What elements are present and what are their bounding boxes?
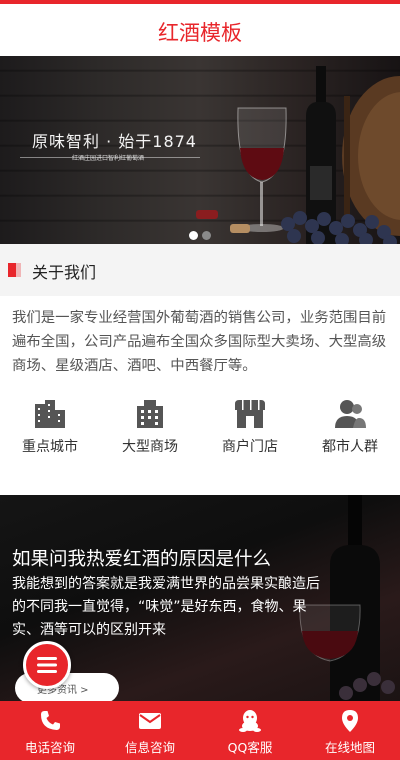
section-marker — [8, 263, 16, 277]
map-pin-icon — [342, 710, 358, 732]
banner-slogan: 原味智利 · 始于1874 — [32, 132, 197, 151]
phone-icon — [41, 711, 60, 730]
city-buildings-icon — [35, 400, 65, 428]
hamburger-menu-icon — [37, 657, 57, 673]
nav-label: 电话咨询 — [24, 740, 75, 755]
storefront-icon — [235, 400, 265, 428]
about-description: 我们是一家专业经营国外葡萄酒的销售公司，业务范围目前遍布全国，公司产品遍布全国众… — [12, 310, 387, 374]
feature-label: 商户门店 — [222, 439, 278, 455]
feature-large-malls[interactable]: 大型商场 — [100, 398, 200, 460]
section-marker-light — [16, 263, 21, 277]
slide-dot-inactive[interactable] — [202, 231, 211, 240]
menu-fab-button[interactable] — [23, 641, 71, 689]
about-section-header: 关于我们 — [0, 244, 400, 296]
qq-icon — [239, 710, 261, 732]
nav-qq-service[interactable]: QQ客服 — [200, 701, 300, 760]
nav-phone-consult[interactable]: 电话咨询 — [0, 701, 100, 760]
nav-label: QQ客服 — [227, 740, 273, 755]
top-bar: 红酒模板 — [0, 0, 400, 56]
feature-urban-crowd[interactable]: 都市人群 — [300, 398, 400, 460]
slide-dot-active[interactable] — [189, 231, 198, 240]
mail-icon — [139, 713, 161, 729]
nav-message-consult[interactable]: 信息咨询 — [100, 701, 200, 760]
bottom-nav: 电话咨询 信息咨询 QQ客服 在线地图 — [0, 701, 400, 760]
site-title: 红酒模板 — [158, 21, 242, 45]
feature-merchant-stores[interactable]: 商户门店 — [200, 398, 300, 460]
promo-description: 我能想到的答案就是我爱满世界的品尝果实酿造后的不同我一直觉得，“味觉”是好东西，… — [12, 576, 320, 638]
banner-subtitle: 红酒庄园进口智利红葡萄酒 — [72, 155, 145, 162]
feature-label: 重点城市 — [22, 439, 78, 455]
office-building-icon — [137, 400, 163, 428]
nav-label: 在线地图 — [324, 740, 375, 755]
hero-banner[interactable]: 原味智利 · 始于1874 红酒庄园进口智利红葡萄酒 — [0, 56, 400, 244]
nav-online-map[interactable]: 在线地图 — [300, 701, 400, 760]
about-title: 关于我们 — [32, 263, 97, 282]
feature-key-cities[interactable]: 重点城市 — [0, 398, 100, 460]
nav-label: 信息咨询 — [124, 740, 175, 755]
promo-title: 如果问我热爱红酒的原因是什么 — [12, 549, 272, 570]
feature-label: 都市人群 — [322, 439, 378, 455]
people-icon — [335, 400, 366, 428]
feature-label: 大型商场 — [122, 439, 178, 455]
